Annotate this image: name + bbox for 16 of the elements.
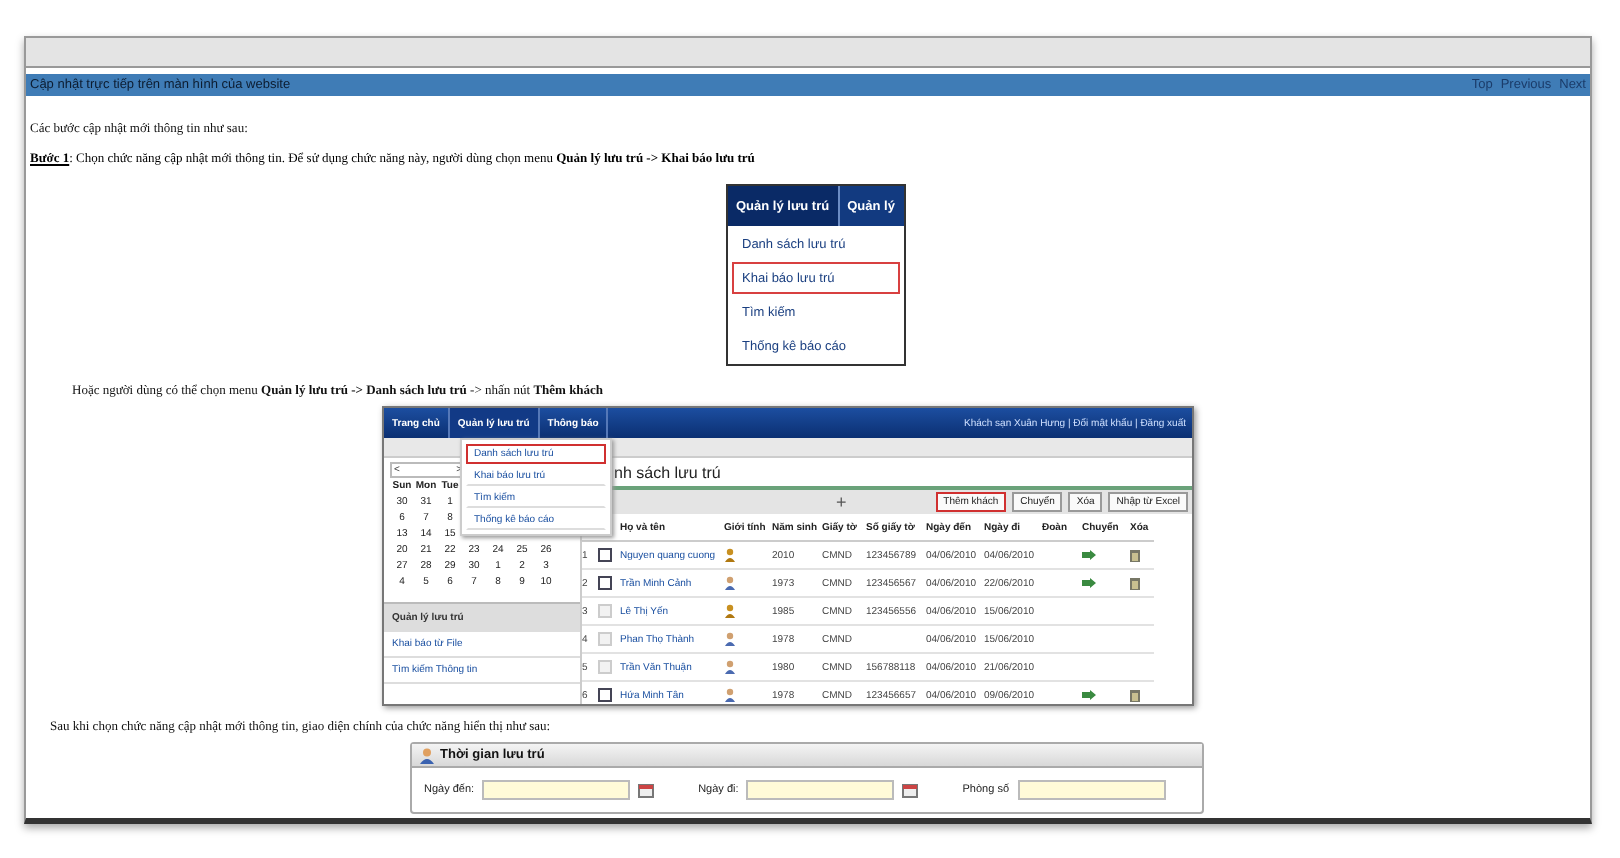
input-field[interactable] [746,780,895,800]
arrow-icon[interactable] [1082,550,1096,560]
trash-icon[interactable] [1130,549,1140,561]
trash-icon[interactable] [1130,577,1140,589]
checkbox[interactable] [598,576,612,590]
input-field[interactable] [1017,780,1166,800]
add-button[interactable]: + [836,492,847,512]
checkbox[interactable] [598,688,612,702]
arrow-icon[interactable] [1082,578,1096,588]
calendar-icon[interactable] [902,783,919,797]
input-field[interactable] [482,780,631,800]
person-icon [420,747,434,763]
checkbox[interactable] [598,548,612,562]
trash-icon[interactable] [1130,689,1140,701]
arrow-icon[interactable] [1082,690,1096,700]
calendar-icon[interactable] [638,783,655,797]
